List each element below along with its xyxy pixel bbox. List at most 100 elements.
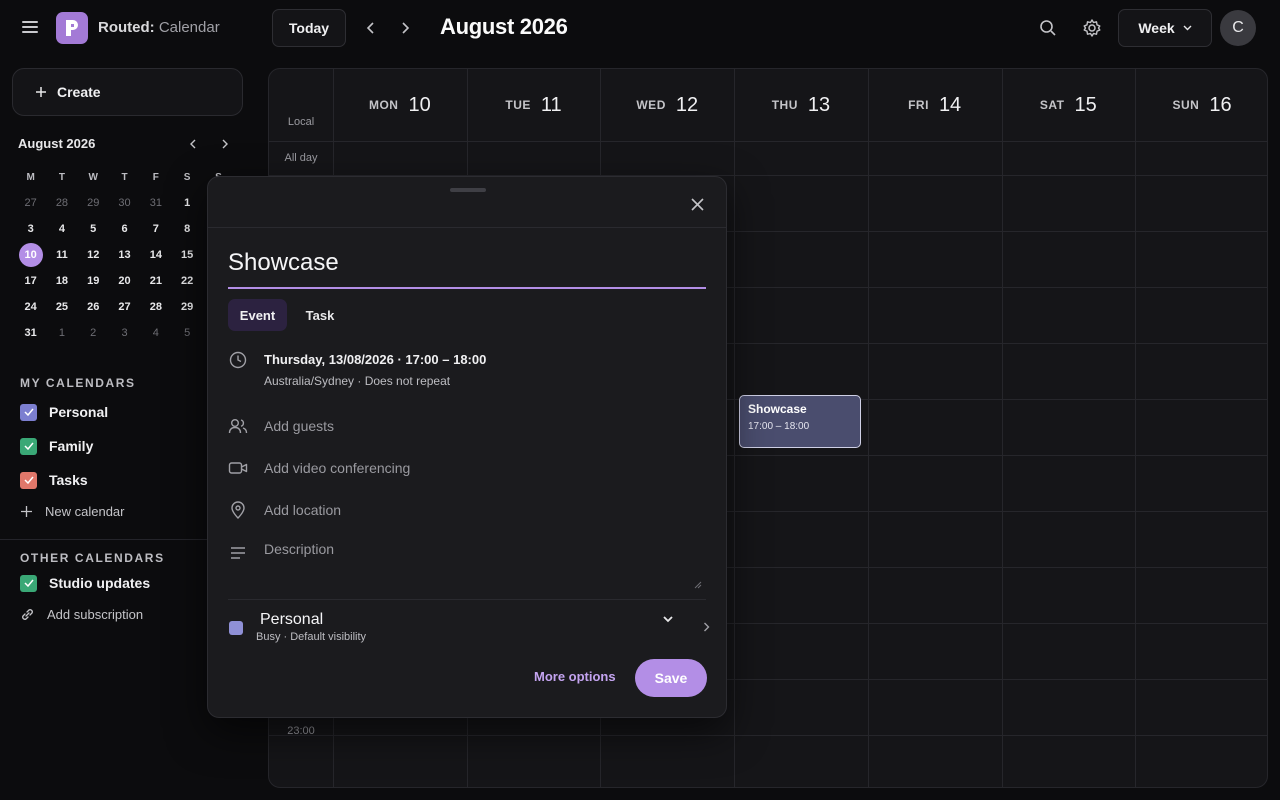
mini-day[interactable]: 7 [140, 217, 171, 241]
mini-day[interactable]: 27 [109, 295, 140, 319]
mini-day[interactable]: 29 [78, 191, 109, 215]
add-subscription-link[interactable]: Add subscription [20, 607, 143, 622]
chevron-down-icon[interactable] [663, 616, 673, 623]
mini-day[interactable]: 5 [78, 217, 109, 241]
mini-day[interactable]: 1 [46, 321, 77, 345]
checkbox-checked-icon[interactable] [20, 437, 37, 455]
app-logo[interactable] [56, 12, 88, 44]
calendar-item-studio-updates[interactable]: Studio updates [20, 573, 150, 593]
mini-day[interactable]: 4 [46, 217, 77, 241]
menu-icon[interactable] [20, 18, 40, 38]
mini-prev-month-button[interactable] [185, 136, 201, 152]
mini-day[interactable]: 24 [15, 295, 46, 319]
mini-day[interactable]: 3 [15, 217, 46, 241]
day-header-weekday: FRI [908, 98, 929, 112]
mini-day[interactable]: 28 [46, 191, 77, 215]
save-button[interactable]: Save [635, 659, 707, 697]
today-button[interactable]: Today [272, 9, 346, 47]
chevron-right-icon[interactable] [703, 622, 710, 632]
mini-day-number: 19 [87, 275, 100, 287]
mini-day[interactable]: 4 [140, 321, 171, 345]
checkbox-checked-icon[interactable] [20, 471, 37, 489]
view-selector-label: Week [1138, 20, 1175, 36]
mini-day[interactable]: 26 [78, 295, 109, 319]
mini-day-number: 26 [87, 301, 100, 313]
day-header-sat[interactable]: SAT 15 [1002, 69, 1136, 141]
chevron-right-icon [402, 22, 410, 34]
day-header-sun[interactable]: SUN 16 [1135, 69, 1267, 141]
mini-day[interactable]: 30 [109, 191, 140, 215]
mini-day[interactable]: 15 [171, 243, 202, 267]
mini-day[interactable]: 6 [109, 217, 140, 241]
mini-day-today[interactable]: 10 [15, 243, 46, 267]
description-icon [228, 543, 248, 563]
add-video-conferencing-field[interactable]: Add video conferencing [264, 460, 410, 476]
mini-day[interactable]: 5 [171, 321, 202, 345]
mini-week-row: 24252627282930 [15, 294, 235, 320]
view-selector[interactable]: Week [1118, 9, 1212, 47]
mini-day[interactable]: 12 [78, 243, 109, 267]
mini-day-number: 4 [58, 223, 65, 235]
drag-handle[interactable] [450, 188, 486, 192]
add-location-field[interactable]: Add location [264, 502, 341, 518]
event-chip[interactable]: Showcase 17:00 – 18:00 [739, 395, 861, 448]
mini-day-number: 2 [90, 327, 97, 339]
mini-day[interactable]: 2 [78, 321, 109, 345]
resize-handle-icon[interactable] [692, 579, 702, 589]
mini-day[interactable]: 31 [15, 321, 46, 345]
search-icon [1040, 20, 1056, 36]
mini-day[interactable]: 1 [171, 191, 202, 215]
checkbox-checked-icon[interactable] [20, 574, 37, 592]
mini-day[interactable]: 18 [46, 269, 77, 293]
mini-day[interactable]: 13 [109, 243, 140, 267]
calendar-item-tasks[interactable]: Tasks [20, 470, 88, 490]
mini-day[interactable]: 3 [109, 321, 140, 345]
mini-day[interactable]: 20 [109, 269, 140, 293]
tab-task[interactable]: Task [296, 299, 344, 331]
mini-day[interactable]: 28 [140, 295, 171, 319]
day-header-mon[interactable]: MON 10 [333, 69, 467, 141]
mini-calendar-title: August 2026 [18, 136, 96, 151]
mini-day[interactable]: 8 [171, 217, 202, 241]
event-datetime[interactable]: Thursday, 13/08/2026 · 17:00 – 18:00 [264, 352, 486, 367]
day-header-tue[interactable]: TUE 11 [467, 69, 601, 141]
mini-day[interactable]: 11 [46, 243, 77, 267]
event-title-input[interactable]: Showcase [228, 247, 706, 289]
description-textarea[interactable]: Description [264, 541, 702, 591]
day-header-thu[interactable]: THU 13 [734, 69, 868, 141]
day-header-fri[interactable]: FRI 14 [868, 69, 1002, 141]
calendar-select[interactable]: Personal [260, 611, 323, 629]
day-header-wed[interactable]: WED 12 [600, 69, 734, 141]
search-button[interactable] [1036, 16, 1060, 40]
previous-week-button[interactable] [361, 18, 381, 38]
mini-day[interactable]: 25 [46, 295, 77, 319]
close-button[interactable] [686, 193, 708, 215]
mini-day-number: 11 [56, 249, 68, 261]
mini-day[interactable]: 17 [15, 269, 46, 293]
add-guests-field[interactable]: Add guests [264, 418, 334, 434]
mini-day[interactable]: 19 [78, 269, 109, 293]
mini-day[interactable]: 31 [140, 191, 171, 215]
mini-day-number: 14 [149, 249, 162, 261]
mini-day-number: 12 [87, 249, 100, 261]
mini-next-month-button[interactable] [217, 136, 233, 152]
all-day-label: All day [284, 152, 318, 164]
create-button[interactable]: Create [12, 68, 243, 116]
user-avatar[interactable]: C [1220, 10, 1256, 46]
calendar-item-family[interactable]: Family [20, 436, 93, 456]
app-title: Routed: Calendar [98, 19, 220, 36]
mini-day[interactable]: 22 [171, 269, 202, 293]
more-options-button[interactable]: More options [534, 669, 616, 684]
mini-day-number: 31 [24, 327, 37, 339]
mini-day[interactable]: 27 [15, 191, 46, 215]
calendar-item-personal[interactable]: Personal [20, 402, 108, 422]
new-calendar-link[interactable]: New calendar [20, 504, 125, 519]
settings-button[interactable] [1080, 16, 1104, 40]
checkbox-checked-icon[interactable] [20, 403, 37, 421]
mini-day[interactable]: 14 [140, 243, 171, 267]
next-week-button[interactable] [395, 18, 415, 38]
tab-event[interactable]: Event [228, 299, 287, 331]
mini-day[interactable]: 21 [140, 269, 171, 293]
chevron-left-icon [190, 139, 196, 149]
mini-day[interactable]: 29 [171, 295, 202, 319]
